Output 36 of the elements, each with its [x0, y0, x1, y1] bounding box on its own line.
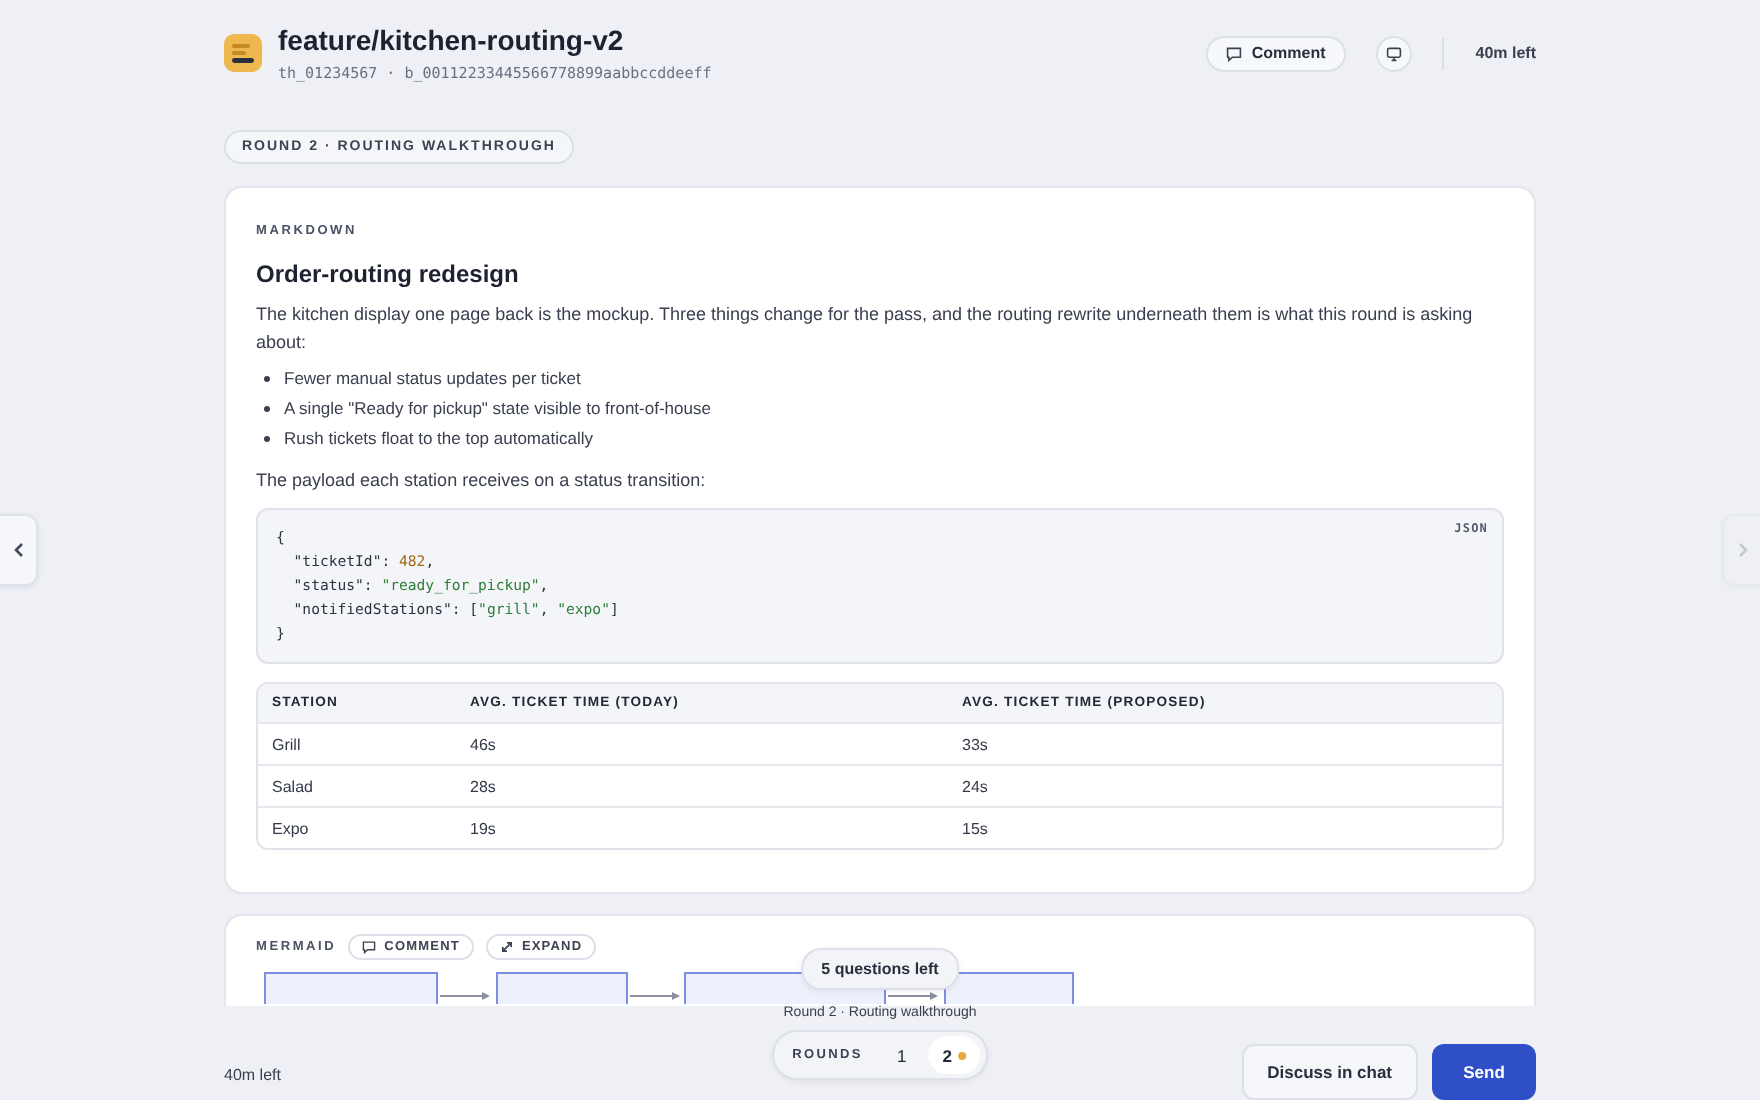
chevron-left-icon	[13, 542, 23, 558]
send-button[interactable]: Send	[1432, 1043, 1536, 1099]
comment-icon	[1225, 45, 1242, 61]
round-tab[interactable]: 1	[882, 1036, 921, 1074]
comment-button[interactable]: Comment	[1205, 35, 1346, 71]
chevron-right-icon	[1737, 542, 1747, 558]
app-logo-icon	[224, 34, 262, 72]
questions-left-badge: 5 questions left	[801, 948, 959, 990]
list-item: A single "Ready for pickup" state visible to front-of-house	[284, 396, 711, 422]
bullet-icon	[264, 406, 270, 412]
expand-icon	[499, 940, 514, 954]
table-cell-text: 46s	[470, 735, 498, 753]
discuss-button[interactable]: Discuss in chat	[1241, 1043, 1418, 1099]
table-cell-text: Expo	[272, 819, 311, 837]
paragraph: The kitchen display one page back is the mockup. Three things change for the pass, and the routing rewrite underneath them is what this round is asking about:	[256, 302, 1475, 356]
section-heading: Order-routing redesign	[256, 260, 521, 288]
time-left: 40m left	[224, 1066, 283, 1084]
branch-title: feature/kitchen-routing-v2	[278, 24, 626, 56]
time-left: 40m left	[1475, 44, 1536, 62]
list-item: Rush tickets float to the top automatically	[284, 426, 593, 452]
monitor-icon	[1385, 45, 1402, 61]
table-cell-text: 24s	[962, 777, 990, 795]
table-cell-text: Grill	[272, 735, 303, 753]
table-cell-text: 33s	[962, 735, 990, 753]
list-item: Fewer manual status updates per ticket	[284, 366, 581, 392]
table-cell-text: 28s	[470, 777, 498, 795]
paragraph: The payload each station receives on a status transition:	[256, 468, 708, 494]
comment-icon	[362, 940, 377, 954]
table-cell-text: Salad	[272, 777, 315, 795]
table-cell-text: 19s	[470, 819, 498, 837]
bullet-icon	[264, 436, 270, 442]
monitor-button[interactable]	[1375, 35, 1412, 71]
bullet-icon	[264, 376, 270, 382]
previous-button[interactable]	[0, 514, 38, 586]
table-cell-text: 15s	[962, 819, 990, 837]
round-tab[interactable]: 2	[928, 1036, 980, 1074]
